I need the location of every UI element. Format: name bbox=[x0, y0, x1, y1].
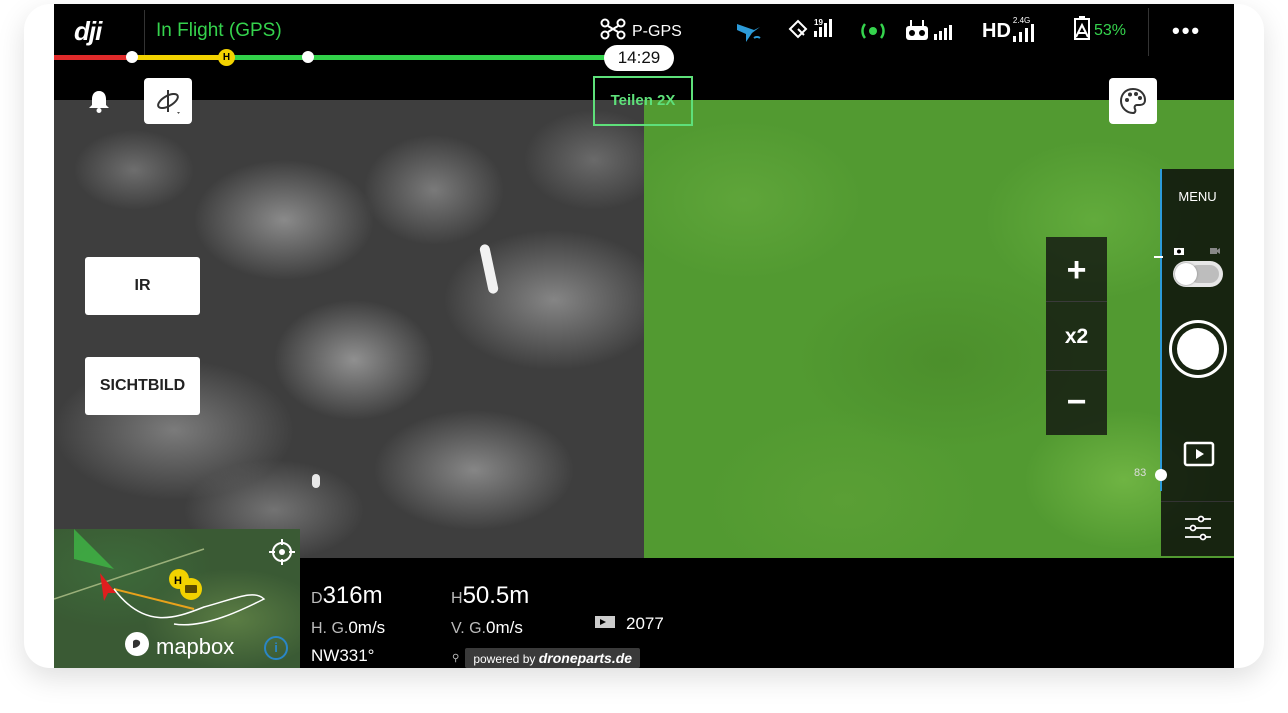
powered-by-brand: droneparts.de bbox=[538, 650, 633, 666]
app-screen: dji In Flight (GPS) P-GPS H 14:29 19 HD … bbox=[54, 4, 1234, 668]
drone-icon bbox=[600, 18, 626, 45]
gimbal-icon[interactable] bbox=[144, 78, 192, 124]
separator bbox=[144, 10, 145, 56]
remote-controller-icon[interactable] bbox=[904, 18, 960, 44]
shutter-icon bbox=[1177, 328, 1219, 370]
photo-video-toggle[interactable] bbox=[1173, 261, 1223, 287]
remaining-value: 2077 bbox=[626, 614, 664, 633]
thermal-hotspot bbox=[312, 474, 320, 488]
vertical-speed-value: 0m/s bbox=[485, 618, 523, 637]
home-marker-icon: H bbox=[218, 49, 235, 66]
obstacle-sensor-icon[interactable] bbox=[860, 18, 886, 44]
visual-camera-view[interactable] bbox=[644, 100, 1234, 558]
remaining-readout: 2077 bbox=[594, 614, 664, 634]
hd-label: HD bbox=[982, 19, 1011, 42]
exposure-slider-mark bbox=[1154, 256, 1163, 258]
hd-bars: 2.4G bbox=[1011, 16, 1039, 44]
shutter-button[interactable] bbox=[1169, 320, 1227, 378]
timeline-low-segment bbox=[54, 55, 132, 60]
horizontal-speed-value: 0m/s bbox=[348, 618, 386, 637]
split-view-button[interactable]: Teilen 2X bbox=[593, 76, 693, 126]
locate-icon[interactable] bbox=[264, 534, 300, 570]
horizontal-speed-readout: H. G.0m/s bbox=[311, 618, 385, 638]
mapbox-icon bbox=[124, 631, 150, 663]
more-menu-button[interactable]: ••• bbox=[1172, 18, 1201, 44]
heading-readout: NW331° bbox=[311, 646, 375, 665]
bell-icon[interactable] bbox=[88, 89, 110, 118]
camera-control-panel: MENU bbox=[1161, 169, 1234, 556]
horizontal-speed-prefix: H. G. bbox=[311, 620, 349, 637]
distance-readout: D316m bbox=[311, 582, 383, 610]
vertical-speed-readout: V. G.0m/s bbox=[451, 618, 523, 638]
hd-signal[interactable]: HD 2.4G bbox=[982, 16, 1039, 44]
thermal-hotspot bbox=[478, 243, 500, 295]
vertical-speed-prefix: V. G. bbox=[451, 620, 486, 637]
distance-value: 316m bbox=[322, 582, 383, 609]
timeline-marker bbox=[126, 51, 138, 63]
battery-icon bbox=[1072, 15, 1092, 47]
photo-icon bbox=[1173, 243, 1185, 261]
exposure-slider-track[interactable] bbox=[1160, 169, 1162, 491]
zoom-level[interactable]: x2 bbox=[1046, 301, 1107, 371]
battery-status[interactable]: 53% bbox=[1072, 15, 1127, 47]
toggle-knob bbox=[1175, 263, 1197, 285]
timeline-rth-segment bbox=[132, 55, 228, 60]
battery-percent: 53% bbox=[1094, 22, 1127, 39]
powered-by-label: powered by bbox=[473, 652, 536, 666]
flight-status[interactable]: In Flight (GPS) bbox=[156, 20, 282, 42]
visible-view-button[interactable]: SICHTBILD bbox=[85, 357, 200, 415]
video-icon bbox=[1209, 243, 1221, 261]
separator bbox=[1161, 501, 1234, 502]
flight-time: 14:29 bbox=[604, 45, 674, 71]
separator bbox=[1148, 8, 1149, 56]
thermal-camera-view[interactable] bbox=[54, 100, 644, 558]
height-prefix: H bbox=[451, 590, 463, 607]
gps-signal[interactable]: 19 bbox=[786, 18, 836, 44]
satellite-icon bbox=[786, 15, 836, 47]
mapbox-brand: mapbox bbox=[156, 634, 235, 659]
exposure-slider-value: 83 bbox=[1134, 467, 1147, 479]
dji-logo[interactable]: dji bbox=[74, 18, 102, 44]
ir-view-button[interactable]: IR bbox=[85, 257, 200, 315]
timeline-marker bbox=[302, 51, 314, 63]
playback-icon[interactable] bbox=[1183, 441, 1215, 472]
camera-menu-button[interactable]: MENU bbox=[1161, 189, 1234, 204]
palette-icon[interactable] bbox=[1109, 78, 1157, 124]
zoom-out-button[interactable]: − bbox=[1046, 375, 1107, 429]
height-value: 50.5m bbox=[462, 582, 530, 609]
battery-time-icon bbox=[594, 614, 616, 634]
distance-prefix: D bbox=[311, 590, 323, 607]
flight-mode[interactable]: P-GPS bbox=[600, 18, 682, 45]
mapbox-logo: mapbox bbox=[124, 631, 234, 663]
satellite-count: 19 bbox=[814, 18, 823, 27]
powered-by-banner: ⚲ powered by droneparts.de bbox=[452, 648, 641, 668]
info-icon[interactable]: i bbox=[264, 636, 288, 660]
location-pin-icon: ⚲ bbox=[452, 652, 460, 664]
zoom-control: + x2 − bbox=[1046, 237, 1107, 435]
aircraft-signal-icon[interactable] bbox=[734, 18, 764, 44]
flight-mode-label: P-GPS bbox=[632, 22, 682, 40]
timeline-remaining-segment bbox=[228, 55, 614, 60]
exposure-slider-handle[interactable] bbox=[1155, 469, 1167, 481]
flight-timeline: H bbox=[54, 49, 614, 66]
height-readout: H50.5m bbox=[451, 582, 529, 610]
zoom-in-button[interactable]: + bbox=[1046, 243, 1107, 297]
powered-by-box: powered by droneparts.de bbox=[465, 648, 641, 668]
settings-sliders-icon[interactable] bbox=[1183, 513, 1213, 548]
